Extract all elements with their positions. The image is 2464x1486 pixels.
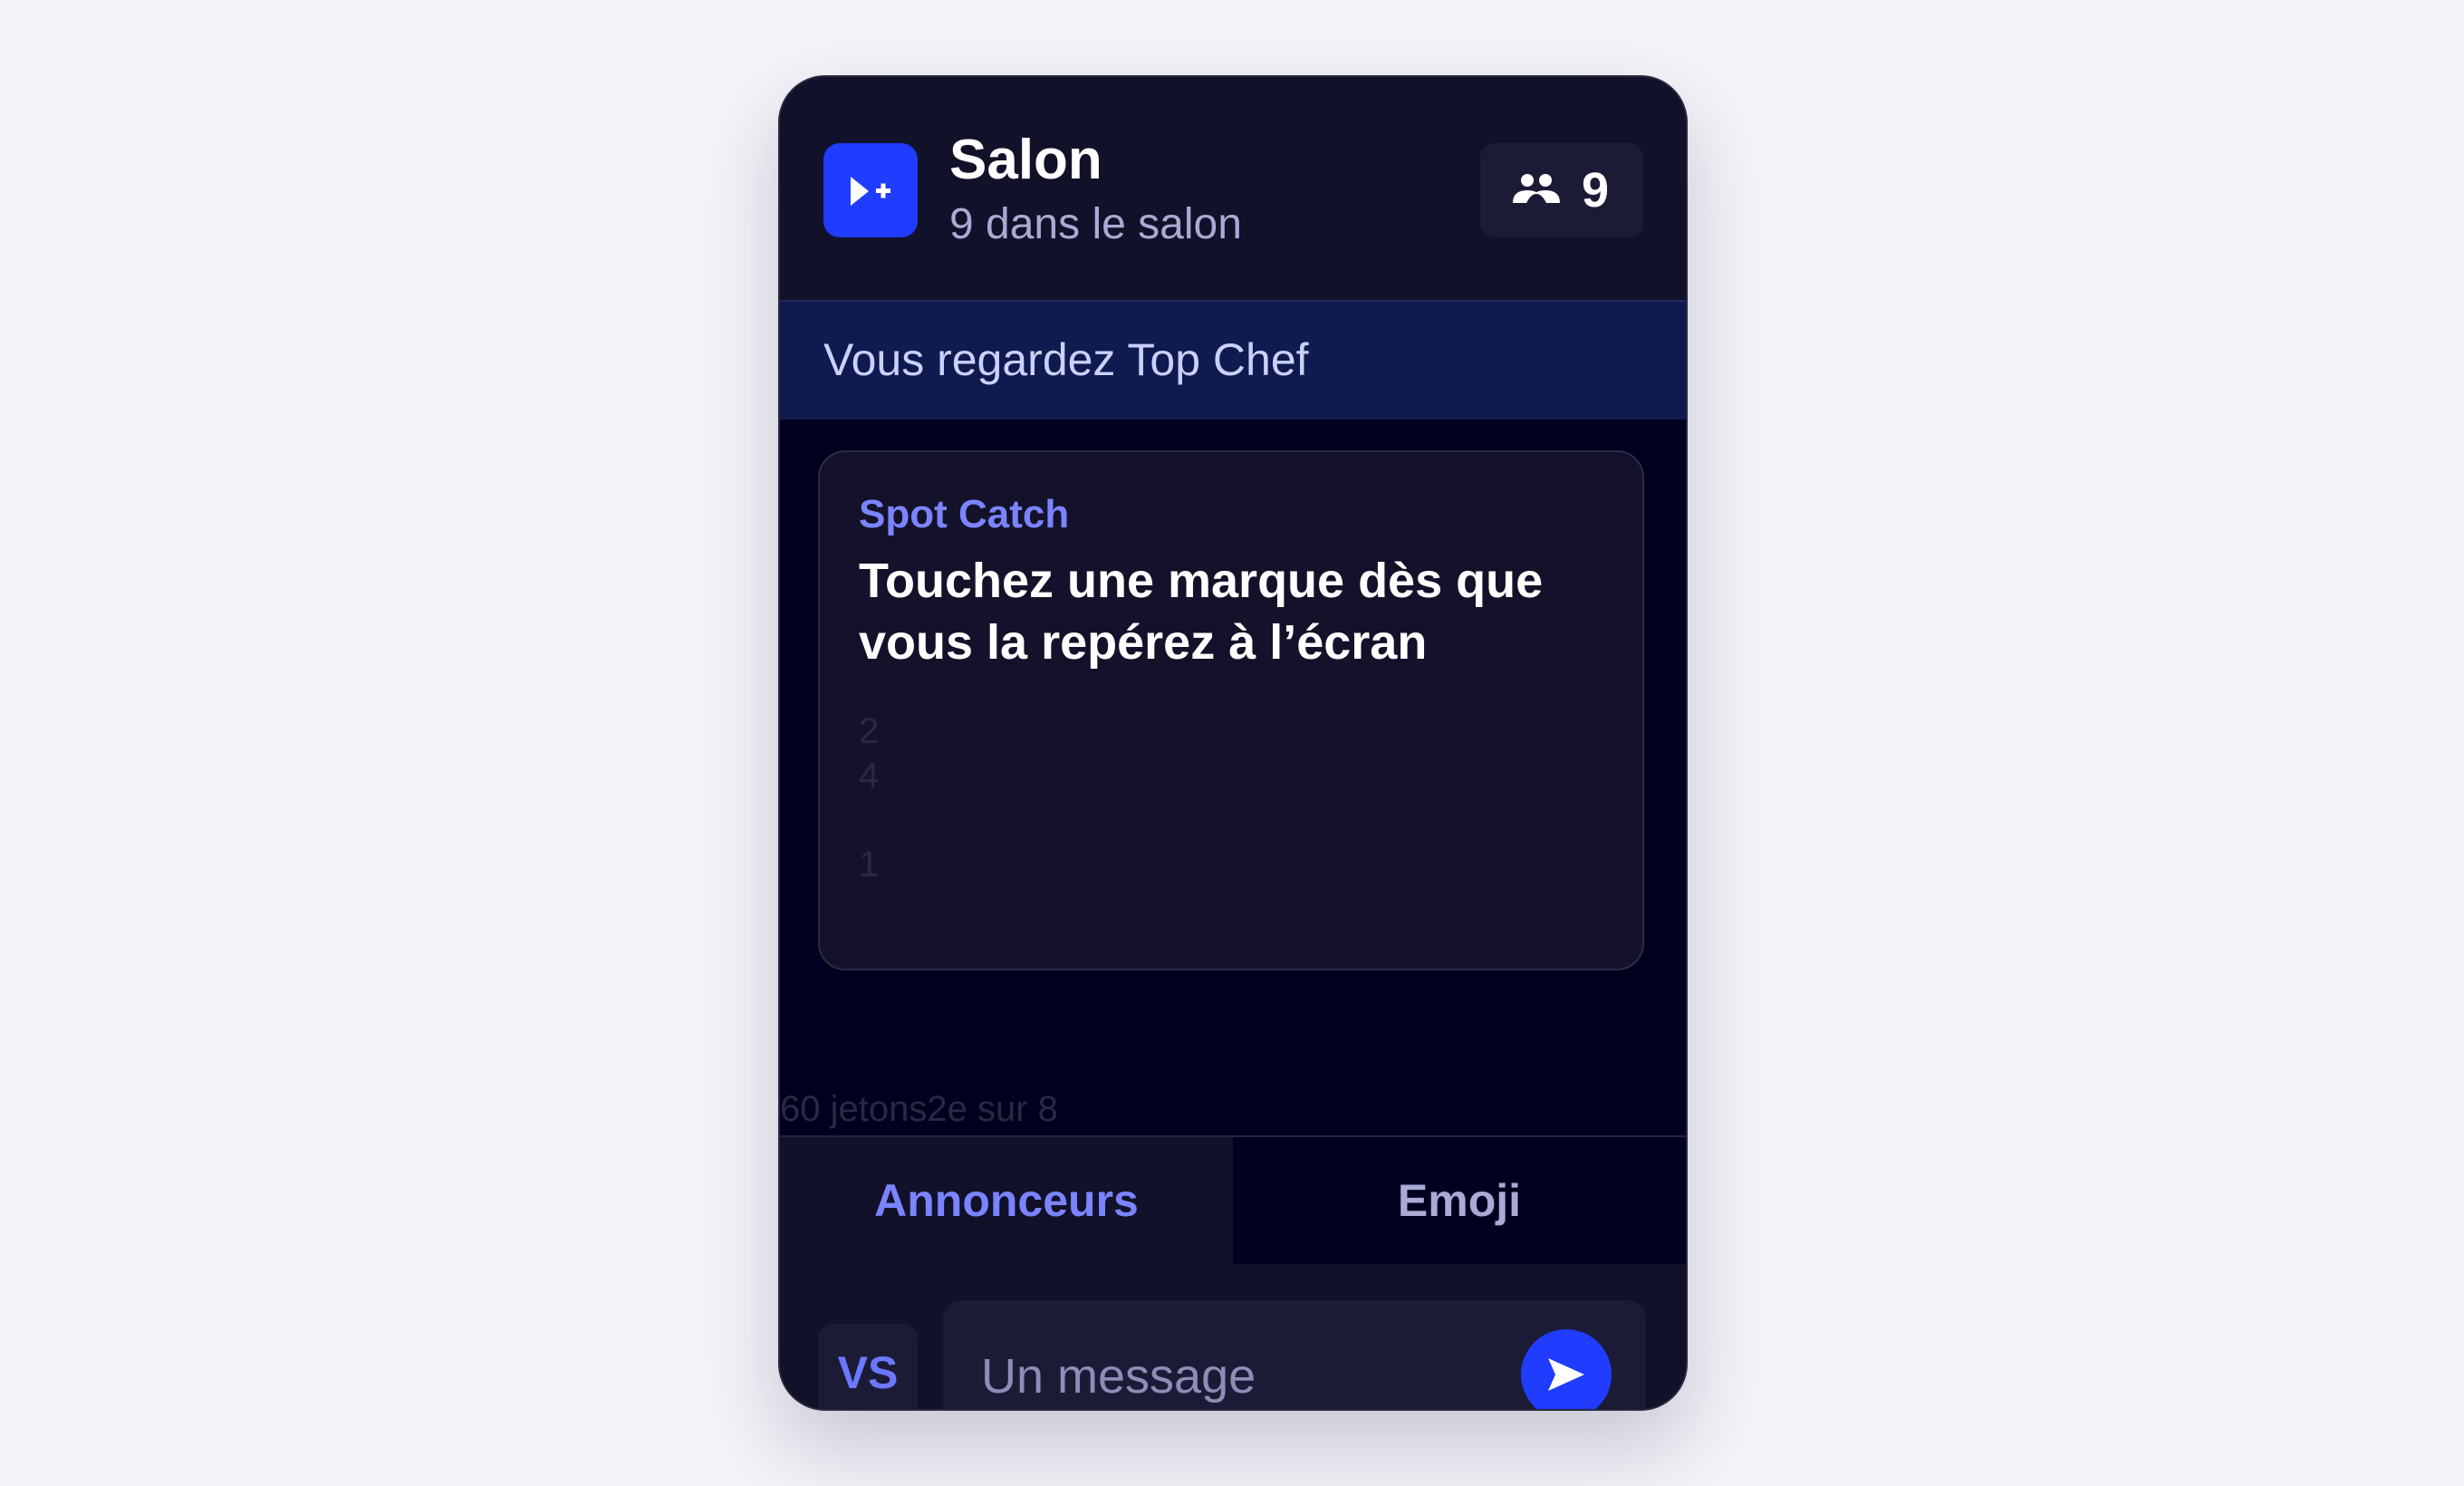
card-number: 1 <box>859 844 880 884</box>
card-number: 2 <box>859 711 880 751</box>
content-area: Spot Catch Touchez une marque dès que vo… <box>780 420 1686 1135</box>
send-button[interactable] <box>1521 1329 1612 1409</box>
play-plus-icon <box>823 143 918 237</box>
card-number: 4 <box>859 756 880 796</box>
now-watching-banner: Vous regardez Top Chef <box>780 300 1686 420</box>
spot-catch-card[interactable]: Spot Catch Touchez une marque dès que vo… <box>818 450 1644 970</box>
message-input[interactable] <box>979 1335 1490 1409</box>
room-subtitle: 9 dans le salon <box>949 200 1242 248</box>
users-icon <box>1513 174 1560 203</box>
card-text: Touchez une marque dès que vous la repér… <box>859 554 1544 670</box>
viewer-count-pill[interactable]: 9 <box>1480 143 1643 237</box>
tab-annonceurs[interactable]: Annonceurs <box>780 1137 1233 1264</box>
header: Salon 9 dans le salon 9 <box>780 77 1686 300</box>
now-watching-text: Vous regardez Top Chef <box>823 334 1309 385</box>
send-icon <box>1548 1358 1584 1391</box>
card-label: Spot Catch <box>859 492 1070 536</box>
card-number <box>859 798 879 843</box>
tokens-rank-text: 60 jetons2e sur 8 <box>780 1089 1058 1129</box>
message-input-wrapper <box>943 1300 1646 1409</box>
composer: VS <box>780 1264 1686 1409</box>
room-title: Salon <box>949 129 1102 191</box>
salon-panel: Salon 9 dans le salon 9 Vous regardez To… <box>778 75 1688 1411</box>
viewer-count: 9 <box>1582 163 1610 217</box>
avatar[interactable]: VS <box>818 1324 918 1409</box>
tab-emoji[interactable]: Emoji <box>1233 1137 1686 1264</box>
tab-bar: Annonceurs Emoji <box>780 1135 1686 1264</box>
card-numbers: 2 4 1 <box>859 709 879 887</box>
